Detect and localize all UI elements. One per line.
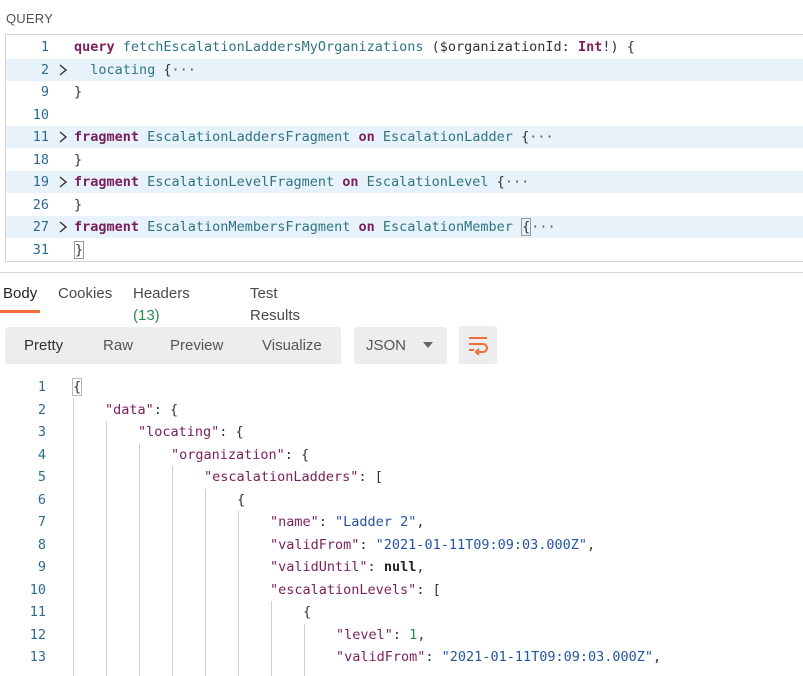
response-code: "escalationLadders": [	[204, 469, 383, 485]
line-number: 9	[37, 559, 46, 575]
line-number: 19	[32, 174, 49, 190]
line-number: 2	[40, 61, 49, 78]
view-visualize-button[interactable]: Visualize	[262, 327, 322, 364]
response-line: 3 "locating": {	[0, 421, 803, 444]
chevron-right-icon[interactable]	[58, 126, 72, 148]
query-code: query fetchEscalationLaddersMyOrganizati…	[74, 39, 635, 55]
view-preview-button[interactable]: Preview	[170, 327, 223, 364]
line-number: 27	[32, 219, 49, 235]
query-line[interactable]: 18}	[6, 149, 803, 171]
query-line[interactable]: 9}	[6, 81, 803, 103]
view-raw-button[interactable]: Raw	[103, 327, 133, 364]
chevron-right-icon[interactable]	[58, 59, 72, 81]
tab-body-label: Body	[3, 285, 38, 302]
response-code: {	[237, 491, 246, 508]
query-line[interactable]: 31}	[6, 239, 803, 261]
response-line: 12 "level": 1,	[0, 624, 803, 647]
response-line: 9 "validUntil": null,	[0, 556, 803, 579]
line-number: 11	[32, 129, 49, 145]
response-code: "level": 1,	[336, 626, 426, 643]
line-number: 26	[32, 196, 49, 213]
headers-count-badge: (13)	[133, 307, 160, 324]
line-number: 1	[40, 39, 49, 55]
wrap-lines-button[interactable]	[459, 326, 497, 364]
query-line[interactable]: 26}	[6, 194, 803, 216]
tab-test-results-label: Test Results	[250, 285, 301, 324]
response-line: 11 {	[0, 601, 803, 624]
query-code: }	[74, 84, 83, 100]
response-code: "data": {	[105, 401, 179, 418]
line-number: 10	[32, 106, 49, 123]
line-number: 11	[29, 604, 46, 620]
response-code: "locating": {	[138, 424, 244, 440]
response-line: 10 "escalationLevels": [	[0, 579, 803, 602]
response-code: "escalationLevels": [	[270, 581, 441, 598]
tab-headers[interactable]: Headers (13)	[133, 283, 190, 324]
line-number: 8	[37, 536, 46, 553]
query-code: }	[74, 196, 83, 213]
response-code: "validFrom": "2021-01-11T09:09:03.000Z",	[336, 649, 662, 665]
response-code: "validFrom": "2021-01-11T09:09:03.000Z",	[270, 536, 596, 553]
line-number: 12	[29, 626, 46, 643]
response-code: "organization": {	[171, 446, 310, 463]
view-pretty-button[interactable]: Pretty	[24, 327, 63, 364]
line-number: 10	[29, 581, 46, 598]
query-code: locating {···	[74, 61, 196, 78]
response-line: 7 "name": "Ladder 2",	[0, 511, 803, 534]
line-number: 1	[37, 379, 46, 395]
response-line: 6{	[0, 489, 803, 512]
chevron-right-icon[interactable]	[58, 216, 72, 238]
line-number: 6	[37, 491, 46, 508]
tab-headers-label: Headers	[133, 285, 190, 302]
format-select-value: JSON	[366, 337, 407, 354]
query-code: }	[74, 240, 85, 259]
tab-test-results[interactable]: Test Results	[250, 283, 300, 324]
response-line: 8 "validFrom": "2021-01-11T09:09:03.000Z"…	[0, 534, 803, 557]
query-code: fragment EscalationMembersFragment on Es…	[74, 218, 556, 236]
query-code: fragment EscalationLaddersFragment on Es…	[74, 129, 554, 145]
line-number: 9	[40, 84, 49, 100]
response-line: 1{	[0, 376, 803, 399]
query-code: }	[74, 151, 83, 168]
query-line[interactable]: 10	[6, 104, 803, 126]
response-code: {	[72, 378, 83, 396]
pane-divider[interactable]	[0, 272, 803, 273]
chevron-right-icon[interactable]	[58, 171, 72, 193]
format-select[interactable]: JSON	[354, 327, 447, 364]
query-section-label: QUERY	[6, 11, 53, 26]
query-line[interactable]: 19 fragment EscalationLevelFragment on Es…	[6, 171, 803, 193]
response-body[interactable]: 1{2 "data": {3 "locating": {4 "organization…	[0, 376, 803, 676]
line-number: 5	[37, 469, 46, 485]
line-number: 13	[29, 649, 46, 665]
tab-body[interactable]: Body	[0, 283, 41, 313]
line-number: 4	[37, 446, 46, 463]
response-line: 4 "organization": {	[0, 444, 803, 467]
chevron-down-icon	[423, 342, 433, 348]
tab-cookies-label: Cookies	[58, 285, 113, 302]
query-line[interactable]: 27 fragment EscalationMembersFragment on …	[6, 216, 803, 238]
line-number: 2	[37, 401, 46, 418]
response-code: "validUntil": null,	[270, 559, 425, 575]
tab-cookies[interactable]: Cookies	[58, 283, 112, 313]
line-number: 3	[37, 424, 46, 440]
query-line[interactable]: 2 locating {···	[6, 58, 803, 81]
line-number: 18	[32, 151, 49, 168]
query-editor[interactable]: 1 query fetchEscalationLaddersMyOrganizat…	[5, 34, 803, 262]
query-code: fragment EscalationLevelFragment on Esca…	[74, 174, 530, 190]
line-number: 7	[37, 514, 46, 530]
response-line: 13 "validFrom": "2021-01-11T09:09:03.000Z…	[0, 646, 803, 669]
view-mode-bar: Pretty Raw Preview Visualize	[5, 327, 341, 364]
response-line: 2 "data": {	[0, 399, 803, 422]
response-line: 5 "escalationLadders": [	[0, 466, 803, 489]
line-number: 31	[32, 241, 49, 258]
wrap-lines-icon	[469, 337, 488, 355]
response-code: "name": "Ladder 2",	[270, 514, 425, 530]
response-code: {	[303, 604, 312, 620]
query-line[interactable]: 1 query fetchEscalationLaddersMyOrganizat…	[6, 36, 803, 58]
query-line[interactable]: 11 fragment EscalationLaddersFragment on …	[6, 126, 803, 148]
